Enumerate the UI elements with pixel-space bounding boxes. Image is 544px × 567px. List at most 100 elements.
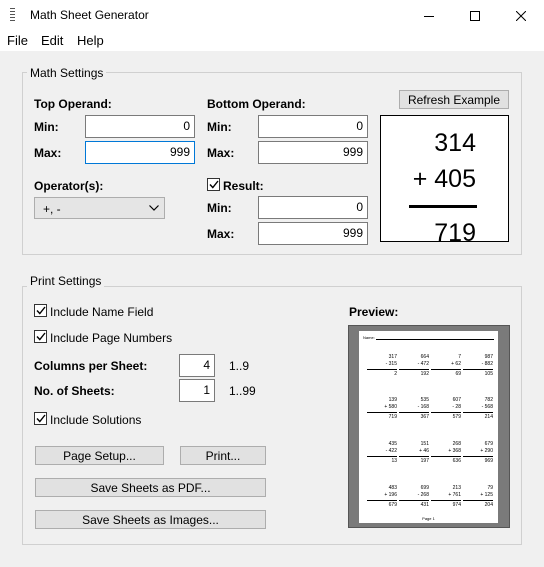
bottom-min-input[interactable]: 0 [258, 115, 368, 138]
preview-problem-answer: 13 [391, 458, 397, 464]
preview-problem: 535- 168 367 [399, 397, 429, 421]
preview-problem-top: 607 [452, 397, 461, 403]
page-setup-button[interactable]: Page Setup... [35, 446, 164, 465]
result-min-label: Min: [207, 201, 232, 215]
preview-problem-answer: 974 [452, 502, 461, 508]
preview-problem: 483 + 196 679 [367, 485, 397, 509]
preview-problem-line [367, 412, 397, 413]
include-page-numbers-checkbox[interactable] [34, 330, 47, 343]
result-max-label: Max: [207, 227, 235, 241]
preview-problem-answer: 204 [484, 502, 493, 508]
preview-problem-top: 483 [388, 485, 397, 491]
include-solutions-checkbox[interactable] [34, 412, 47, 425]
preview-problem-top: 213 [452, 485, 461, 491]
example-top-operand: 314 [434, 129, 476, 157]
close-button[interactable] [498, 0, 544, 31]
columns-range: 1..9 [229, 359, 250, 373]
minimize-button[interactable] [406, 0, 452, 31]
preview-problem-line [367, 369, 397, 370]
preview-problem: 987- 882 105 [463, 354, 493, 378]
top-max-label: Max: [34, 146, 62, 160]
preview-problem-top: 535 [420, 397, 429, 403]
example-answer: 719 [434, 219, 476, 247]
sheets-range: 1..99 [229, 384, 256, 398]
include-solutions-label: Include Solutions [50, 413, 142, 427]
preview-problem-bottom: - 168 [417, 404, 429, 410]
preview-problem: 607- 28 579 [431, 397, 461, 421]
print-button[interactable]: Print... [180, 446, 266, 465]
preview-label: Preview: [349, 305, 399, 319]
example-bottom-operand: + 405 [412, 165, 476, 193]
preview-problem-top: 782 [484, 397, 493, 403]
operator-select[interactable]: +, - [34, 197, 165, 219]
preview-page-number: Page 1 [422, 516, 435, 521]
preview-problem: 151 + 46 197 [399, 441, 429, 465]
preview-problem-answer: 105 [484, 371, 493, 377]
include-name-field-checkbox[interactable] [34, 304, 47, 317]
preview-problem-answer: 214 [484, 414, 493, 420]
save-images-button[interactable]: Save Sheets as Images... [35, 510, 266, 529]
preview-problem-top: 79 [487, 485, 493, 491]
preview-problem-line [399, 500, 429, 501]
preview-problem-line [463, 412, 493, 413]
minimize-icon [424, 15, 434, 17]
top-max-input[interactable]: 999 [85, 141, 195, 164]
preview-problem-bottom: + 46 [419, 448, 429, 454]
preview-problem: 79 + 125 204 [463, 485, 493, 509]
preview-problem-answer: 679 [388, 502, 397, 508]
preview-problem-answer: 579 [452, 414, 461, 420]
preview-problem-top: 317 [388, 354, 397, 360]
chevron-down-icon [149, 205, 159, 211]
maximize-button[interactable] [452, 0, 498, 31]
preview-problem-bottom: + 761 [448, 492, 461, 498]
preview-problem-bottom: + 62 [451, 361, 461, 367]
columns-label: Columns per Sheet: [34, 359, 148, 373]
preview-problem: 679 + 290 969 [463, 441, 493, 465]
preview-problem-line [399, 369, 429, 370]
app-icon [6, 8, 18, 22]
preview-problem-top: 664 [420, 354, 429, 360]
preview-problem-bottom: + 290 [480, 448, 493, 454]
preview-problem: 699- 268 431 [399, 485, 429, 509]
preview-problem-line [463, 500, 493, 501]
result-checkbox[interactable] [207, 178, 220, 191]
result-min-input[interactable]: 0 [258, 196, 368, 219]
include-page-numbers-label: Include Page Numbers [50, 331, 173, 345]
maximize-icon [470, 10, 480, 21]
preview-problem-bottom: - 472 [417, 361, 429, 367]
preview-frame: Name: 317- 315 2 664- 472 192 7 + 62 69 987- 88… [348, 325, 510, 528]
preview-problem-bottom: - 882 [481, 361, 493, 367]
save-pdf-button[interactable]: Save Sheets as PDF... [35, 478, 266, 497]
preview-problem-top: 268 [452, 441, 461, 447]
preview-problem-answer: 2 [394, 371, 397, 377]
bottom-max-input[interactable]: 999 [258, 141, 368, 164]
preview-problem: 268 + 368 636 [431, 441, 461, 465]
refresh-example-button[interactable]: Refresh Example [399, 90, 509, 109]
menu-edit[interactable]: Edit [41, 33, 63, 48]
menu-file[interactable]: File [7, 33, 28, 48]
preview-problem-line [431, 456, 461, 457]
preview-problem-top: 679 [484, 441, 493, 447]
checkmark-icon [208, 180, 219, 189]
preview-problem-bottom: + 368 [448, 448, 461, 454]
preview-problem-answer: 719 [388, 414, 397, 420]
sheets-input[interactable]: 1 [179, 379, 215, 402]
preview-problem-top: 699 [420, 485, 429, 491]
bottom-operand-label: Bottom Operand: [207, 97, 306, 111]
menu-help[interactable]: Help [77, 33, 104, 48]
example-box: 314 + 405 719 [380, 115, 509, 247]
preview-problem: 139 + 580 719 [367, 397, 397, 421]
checkmark-icon [35, 306, 46, 315]
operator-select-value: +, - [43, 202, 61, 216]
top-min-input[interactable]: 0 [85, 115, 195, 138]
columns-input[interactable]: 4 [179, 354, 215, 377]
result-max-input[interactable]: 999 [258, 222, 368, 245]
sheets-label: No. of Sheets: [34, 384, 115, 398]
preview-problem-top: 7 [458, 354, 461, 360]
preview-problem-top: 435 [388, 441, 397, 447]
top-min-label: Min: [34, 120, 59, 134]
preview-problem-answer: 192 [420, 371, 429, 377]
preview-problem-answer: 69 [455, 371, 461, 377]
preview-problem: 782- 568 214 [463, 397, 493, 421]
preview-problem-top: 987 [484, 354, 493, 360]
